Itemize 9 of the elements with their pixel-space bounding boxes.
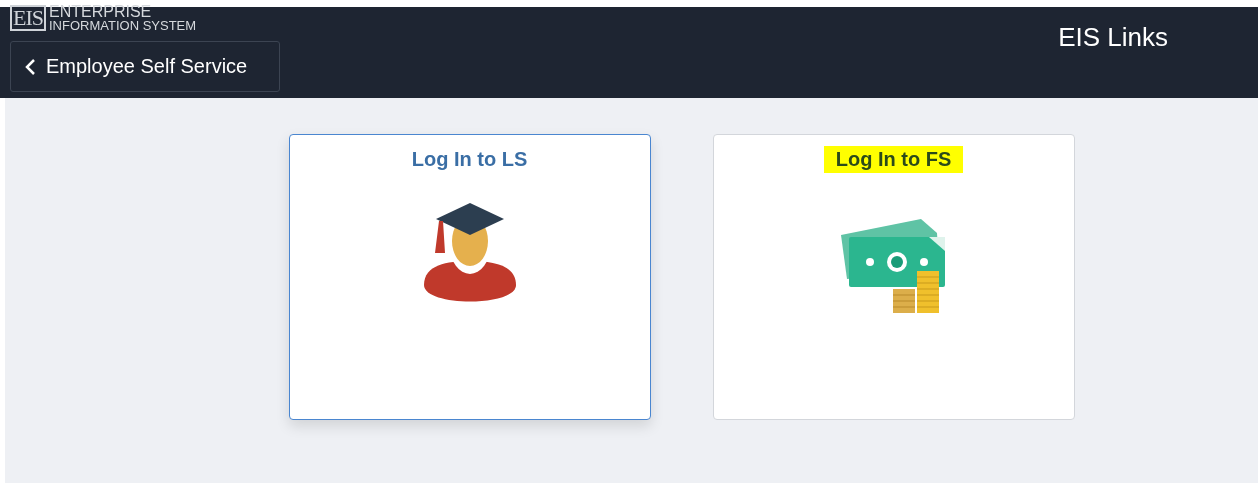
tile-label: Log In to FS [823, 146, 964, 173]
logo-mark: EIS [10, 4, 46, 31]
tile-label: Log In to LS [410, 147, 529, 172]
logo-subtext: INFORMATION SYSTEM [49, 18, 197, 32]
page-title: EIS Links [1058, 22, 1168, 53]
logo-text: ENTERPRISE [49, 3, 153, 19]
link-tile[interactable]: Log In to FS [712, 134, 1075, 420]
link-tile[interactable]: Log In to LS [288, 134, 651, 420]
back-button[interactable]: Employee Self Service [10, 41, 280, 92]
